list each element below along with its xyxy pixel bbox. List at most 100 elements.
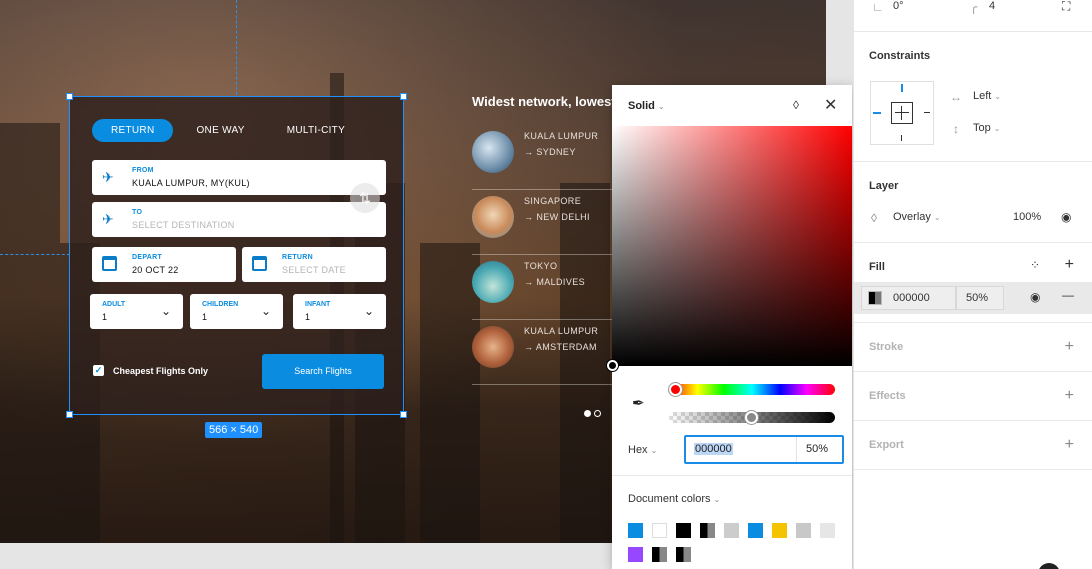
color-format-dropdown[interactable]: Hex ⌄ bbox=[628, 444, 657, 456]
search-flights-button[interactable]: Search Flights bbox=[262, 354, 384, 389]
layer-section: Layer ◊ Overlay ⌄ 100% ◉ bbox=[854, 161, 1092, 243]
calendar-icon bbox=[252, 256, 267, 271]
to-field[interactable]: ✈ TO SELECT DESTINATION bbox=[92, 202, 386, 237]
color-swatch[interactable] bbox=[676, 547, 691, 562]
chevron-down-icon: ⌄ bbox=[160, 304, 171, 318]
styles-grid-icon[interactable]: ⁘ bbox=[1030, 258, 1040, 272]
resize-handle-bl[interactable] bbox=[66, 411, 73, 418]
color-swatch[interactable] bbox=[772, 523, 787, 538]
tab-one-way[interactable]: ONE WAY bbox=[177, 119, 263, 142]
color-swatch[interactable] bbox=[628, 547, 643, 562]
cheapest-checkbox[interactable]: ✓ bbox=[93, 365, 104, 376]
destination-photo bbox=[472, 196, 514, 238]
swap-icon[interactable]: ⇅ bbox=[350, 183, 380, 213]
destination-to: → NEW DELHI bbox=[524, 212, 590, 222]
independent-corners-icon[interactable]: ⛶ bbox=[1062, 0, 1070, 14]
color-picker-knob[interactable] bbox=[607, 360, 618, 371]
destination-item[interactable]: KUALA LUMPUR → SYDNEY bbox=[472, 125, 617, 190]
destination-item[interactable]: TOKYO → MALDIVES bbox=[472, 255, 617, 320]
export-section: Export + bbox=[854, 420, 1092, 470]
vertical-constraint-icon: ↕ bbox=[953, 122, 959, 136]
fill-swatch[interactable] bbox=[868, 291, 882, 305]
document-colors-dropdown[interactable]: Document colors ⌄ bbox=[628, 493, 720, 505]
corner-radius-value[interactable]: 4 bbox=[989, 0, 995, 12]
tab-return[interactable]: RETURN bbox=[92, 119, 174, 142]
color-swatch[interactable] bbox=[748, 523, 763, 538]
guide-line-vertical bbox=[236, 0, 237, 95]
carousel-dot-active[interactable] bbox=[584, 410, 591, 417]
color-swatch[interactable] bbox=[724, 523, 739, 538]
close-icon[interactable]: ✕ bbox=[824, 95, 837, 115]
constraint-widget[interactable] bbox=[870, 81, 934, 145]
vertical-constraint-dropdown[interactable]: Top ⌄ bbox=[973, 122, 1000, 134]
hue-slider[interactable] bbox=[669, 384, 835, 395]
color-swatch[interactable] bbox=[700, 523, 715, 538]
blend-mode-dropdown[interactable]: Overlay ⌄ bbox=[893, 211, 941, 223]
add-stroke-icon[interactable]: + bbox=[1065, 338, 1074, 356]
fill-hex[interactable]: 000000 bbox=[893, 292, 930, 304]
to-label: TO bbox=[132, 209, 143, 216]
rotation-value[interactable]: 0° bbox=[893, 0, 904, 12]
properties-panel: ∟ 0° ╭ 4 ⛶ Constraints ↔ Left ⌄ ↕ Top ⌄ La… bbox=[853, 0, 1092, 569]
resize-handle-br[interactable] bbox=[400, 411, 407, 418]
opacity-value[interactable]: 50% bbox=[806, 443, 828, 455]
export-title: Export bbox=[869, 439, 904, 451]
eyedropper-icon[interactable]: ✒ bbox=[632, 394, 645, 412]
destination-item[interactable]: KUALA LUMPUR → AMSTERDAM bbox=[472, 320, 617, 385]
layer-opacity[interactable]: 100% bbox=[1013, 211, 1041, 223]
help-button[interactable] bbox=[1038, 563, 1060, 569]
constraints-section: Constraints ↔ Left ⌄ ↕ Top ⌄ bbox=[854, 31, 1092, 161]
destination-from: KUALA LUMPUR bbox=[524, 131, 599, 141]
effects-title: Effects bbox=[869, 390, 906, 402]
destination-from: KUALA LUMPUR bbox=[524, 326, 599, 336]
plane-takeoff-icon: ✈ bbox=[102, 169, 114, 185]
destination-from: SINGAPORE bbox=[524, 196, 582, 206]
color-swatch[interactable] bbox=[796, 523, 811, 538]
hex-input[interactable]: 000000 50% bbox=[684, 435, 844, 464]
return-field[interactable]: RETURN SELECT DATE bbox=[242, 247, 386, 282]
eye-icon[interactable]: ◉ bbox=[1061, 210, 1071, 224]
infant-label: INFANT bbox=[305, 301, 331, 308]
destination-to: → MALDIVES bbox=[524, 277, 586, 287]
color-swatch[interactable] bbox=[676, 523, 691, 538]
chevron-down-icon: ⌄ bbox=[363, 304, 374, 318]
destination-item[interactable]: SINGAPORE → NEW DELHI bbox=[472, 190, 617, 255]
opacity-slider-knob[interactable] bbox=[745, 411, 758, 424]
carousel-dots bbox=[584, 404, 604, 422]
tab-multi-city[interactable]: MULTI-CITY bbox=[268, 119, 364, 142]
fill-type-dropdown[interactable]: Solid ⌄ bbox=[628, 100, 665, 112]
color-swatch[interactable] bbox=[652, 523, 667, 538]
hue-slider-knob[interactable] bbox=[669, 383, 682, 396]
destination-photo bbox=[472, 131, 514, 173]
layer-title: Layer bbox=[869, 180, 899, 192]
trip-type-tabs: RETURN ONE WAY MULTI-CITY bbox=[92, 119, 368, 142]
add-fill-icon[interactable]: + bbox=[1065, 256, 1074, 274]
eye-icon[interactable]: ◉ bbox=[1030, 290, 1040, 304]
carousel-dot[interactable] bbox=[594, 410, 601, 417]
fill-opacity[interactable]: 50% bbox=[966, 292, 988, 304]
horizontal-constraint-icon: ↔ bbox=[950, 90, 962, 104]
picker-header: Solid ⌄ ◊ ✕ bbox=[612, 85, 852, 126]
horizontal-constraint-dropdown[interactable]: Left ⌄ bbox=[973, 90, 1001, 102]
add-export-icon[interactable]: + bbox=[1065, 436, 1074, 454]
depart-field[interactable]: DEPART 20 OCT 22 bbox=[92, 247, 236, 282]
flight-search-card[interactable]: RETURN ONE WAY MULTI-CITY ✈ FROM KUALA L… bbox=[66, 93, 407, 418]
saturation-value-area[interactable] bbox=[612, 126, 852, 366]
blend-drop-icon[interactable]: ◊ bbox=[793, 98, 799, 112]
color-swatch[interactable] bbox=[820, 523, 835, 538]
remove-fill-icon[interactable]: — bbox=[1062, 288, 1074, 302]
color-swatch[interactable] bbox=[628, 523, 643, 538]
infant-select[interactable]: INFANT 1 ⌄ bbox=[293, 294, 386, 329]
resize-handle-tl[interactable] bbox=[66, 93, 73, 100]
hex-value[interactable]: 000000 bbox=[694, 443, 733, 455]
adult-select[interactable]: ADULT 1 ⌄ bbox=[90, 294, 183, 329]
fill-row[interactable]: 000000 50% ◉ — bbox=[854, 282, 1092, 314]
from-field[interactable]: ✈ FROM KUALA LUMPUR, MY(KUL) bbox=[92, 160, 386, 195]
children-select[interactable]: CHILDREN 1 ⌄ bbox=[190, 294, 283, 329]
resize-handle-tr[interactable] bbox=[400, 93, 407, 100]
depart-label: DEPART bbox=[132, 254, 163, 261]
adult-value: 1 bbox=[102, 312, 108, 322]
add-effect-icon[interactable]: + bbox=[1065, 387, 1074, 405]
children-label: CHILDREN bbox=[202, 301, 239, 308]
color-swatch[interactable] bbox=[652, 547, 667, 562]
